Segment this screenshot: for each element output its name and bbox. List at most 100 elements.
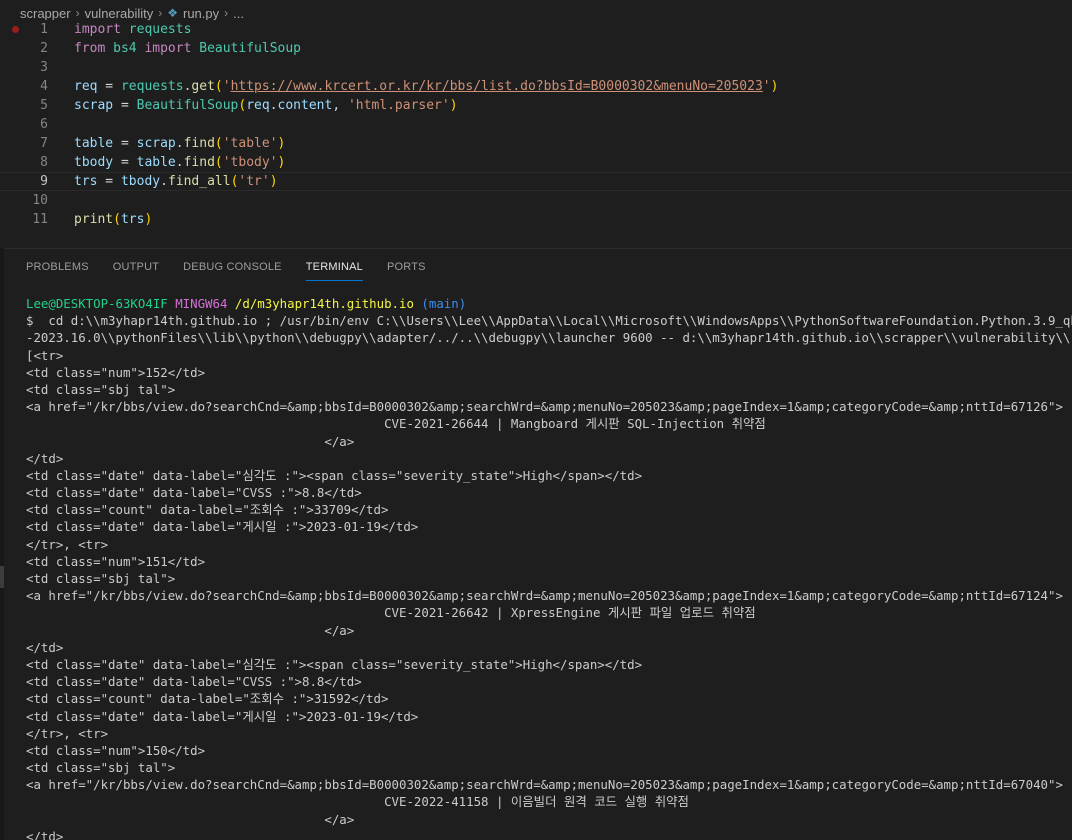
code-token: ( [214, 136, 223, 151]
code-token: ) [277, 155, 286, 170]
python-file-icon: ❖ [167, 6, 178, 20]
code-token: ) [770, 79, 779, 94]
scroll-marker [0, 566, 4, 588]
code-line[interactable]: 4 req = requests.get('https://www.krcert.… [0, 77, 1072, 96]
activity-edge [0, 248, 4, 840]
code-line[interactable]: 9 trs = tbody.find_all('tr') [0, 172, 1072, 191]
terminal-line: </a> [26, 433, 355, 449]
prompt-branch: (main) [421, 296, 467, 311]
panel-divider [4, 248, 1072, 249]
code-token: = [113, 155, 137, 170]
tab-output[interactable]: OUTPUT [113, 258, 159, 280]
code-line[interactable]: 5 scrap = BeautifulSoup(req.content, 'htm… [0, 96, 1072, 115]
code-token: 'html.parser' [347, 98, 450, 113]
chevron-right-icon: › [224, 6, 229, 20]
terminal-line: <td class="count" data-label="조회수 :">337… [26, 502, 389, 518]
code-line[interactable]: 2 from bs4 import BeautifulSoup [0, 39, 1072, 58]
code-token: ) [269, 174, 278, 189]
line-number: 8 [40, 155, 48, 170]
code-token: = [97, 174, 121, 189]
terminal-line: <td class="date" data-label="게시일 :">2023… [26, 708, 419, 724]
code-token: table [136, 155, 176, 170]
terminal-line: <td class="num">150</td> [26, 742, 206, 758]
code-line[interactable]: 10 [0, 191, 1072, 210]
terminal-line: <td class="date" data-label="심각도 :"><spa… [26, 467, 643, 483]
terminal-prompt: Lee@DESKTOP-63KO4IF MINGW64 /d/m3yhapr14… [26, 295, 1072, 312]
code-text: import requests [74, 22, 191, 37]
terminal-line: <td class="date" data-label="CVSS :">8.8… [26, 485, 362, 501]
prompt-system: MINGW64 [175, 296, 228, 311]
code-token: bs4 [113, 41, 137, 56]
code-token: 'tbody' [222, 155, 278, 170]
code-token: . [269, 98, 278, 113]
breakpoint-icon[interactable] [12, 26, 19, 33]
code-text: print(trs) [74, 212, 152, 227]
prompt-user: Lee@DESKTOP-63KO4IF [26, 296, 168, 311]
code-line[interactable]: 3 [0, 58, 1072, 77]
code-token: requests [128, 22, 192, 37]
terminal-line: </td> [26, 828, 64, 840]
breadcrumb-item-file[interactable]: run.py [183, 6, 219, 21]
breadcrumb-item-vulnerability[interactable]: vulnerability [85, 6, 154, 21]
code-token: ' [762, 79, 771, 94]
terminal-line: -2023.16.0\\pythonFiles\\lib\\python\\de… [26, 330, 1072, 346]
code-line[interactable]: 1 import requests [0, 20, 1072, 39]
terminal-line: CVE-2022-41158 | 이음빌더 원격 코드 실행 취약점 [26, 794, 689, 810]
code-token: ( [113, 212, 121, 227]
code-token: BeautifulSoup [136, 98, 239, 113]
code-token: = [113, 98, 137, 113]
line-number: 9 [40, 174, 48, 189]
tab-ports[interactable]: PORTS [387, 258, 426, 280]
breadcrumb-item-symbols[interactable]: ... [233, 6, 244, 21]
code-line[interactable]: 8 tbody = table.find('tbody') [0, 153, 1072, 172]
code-token: scrap [136, 136, 176, 151]
code-text: tbody = table.find('tbody') [74, 155, 285, 170]
code-token: ( [214, 79, 223, 94]
terminal-line: </tr>, <tr> [26, 725, 109, 741]
code-token: table [74, 136, 114, 151]
terminal-line: </a> [26, 811, 355, 827]
code-token: trs [74, 174, 98, 189]
chevron-right-icon: › [75, 6, 80, 20]
code-line[interactable]: 11 print(trs) [0, 210, 1072, 229]
terminal-output[interactable]: Lee@DESKTOP-63KO4IF MINGW64 /d/m3yhapr14… [26, 295, 1072, 840]
terminal-line: </td> [26, 450, 64, 466]
line-number: 3 [40, 60, 48, 75]
tab-terminal[interactable]: TERMINAL [305, 258, 364, 281]
code-token: req [74, 79, 98, 94]
code-token: ) [277, 136, 286, 151]
line-number: 5 [40, 98, 48, 113]
code-text: table = scrap.find('table') [74, 136, 285, 151]
code-token: 'tr' [238, 174, 270, 189]
terminal-line: CVE-2021-26644 | Mangboard 게시판 SQL-Injec… [26, 416, 766, 432]
code-line[interactable]: 7 table = scrap.find('table') [0, 134, 1072, 153]
code-line[interactable]: 6 [0, 115, 1072, 134]
tab-debug-console[interactable]: DEBUG CONSOLE [183, 258, 282, 280]
terminal-line: <td class="sbj tal"> [26, 760, 176, 776]
line-number: 1 [40, 22, 48, 37]
code-token: content [277, 98, 333, 113]
tab-problems[interactable]: PROBLEMS [26, 258, 89, 280]
terminal-line: <a href="/kr/bbs/view.do?searchCnd=&amp;… [26, 399, 1063, 415]
prompt-path: /d/m3yhapr14th.github.io [234, 296, 414, 311]
code-text: trs = tbody.find_all('tr') [74, 174, 278, 189]
terminal-line: <td class="date" data-label="심각도 :"><spa… [26, 656, 643, 672]
code-text: scrap = BeautifulSoup(req.content, 'html… [74, 98, 458, 113]
terminal-line: <td class="sbj tal"> [26, 571, 176, 586]
terminal-line: <td class="num">152</td> [26, 364, 206, 380]
line-number: 4 [40, 79, 48, 94]
terminal-line: CVE-2021-26642 | XpressEngine 게시판 파일 업로드… [26, 605, 756, 621]
code-token: = [113, 136, 137, 151]
code-editor[interactable]: 1 import requests 2 from bs4 import Beautif… [0, 20, 1072, 248]
code-token: print [74, 212, 114, 227]
code-token: 'table' [222, 136, 278, 151]
line-number: 7 [40, 136, 48, 151]
line-number: 10 [32, 193, 48, 208]
breadcrumb-item-scrapper[interactable]: scrapper [20, 6, 71, 21]
terminal-line: <td class="date" data-label="게시일 :">2023… [26, 519, 419, 535]
code-token: scrap [74, 98, 114, 113]
terminal-line: $ cd d:\\m3yhapr14th.github.io ; /usr/bi… [26, 313, 1072, 329]
terminal-line: <td class="sbj tal"> [26, 381, 176, 397]
